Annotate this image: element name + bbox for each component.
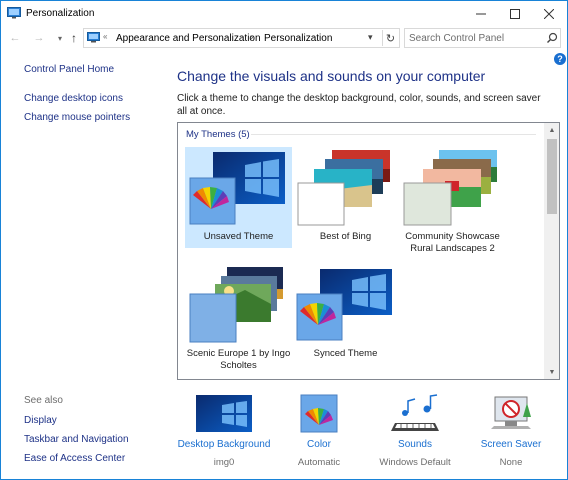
themes-list: My Themes (5) Unsaved Theme Best of Bing… xyxy=(177,122,560,380)
screen-saver-icon xyxy=(491,396,531,429)
window-title: Personalization xyxy=(26,8,95,19)
address-overflow[interactable]: « xyxy=(103,32,107,41)
scroll-up-icon[interactable]: ▲ xyxy=(544,123,559,137)
theme-community-showcase[interactable]: Community Showcase Rural Landscapes 2 xyxy=(399,147,506,254)
themes-scrollbar[interactable]: ▲ ▼ xyxy=(544,123,559,379)
page-description: Click a theme to change the desktop back… xyxy=(177,93,541,117)
setting-label[interactable]: Color xyxy=(269,439,369,450)
search-icon[interactable] xyxy=(545,31,559,45)
address-bar[interactable]: « Appearance and Personalization › Perso… xyxy=(83,28,400,48)
help-icon: ? xyxy=(557,54,563,64)
theme-name: Synced Theme xyxy=(313,348,378,359)
desktop-background-setting[interactable]: Desktop Background img0 xyxy=(174,393,274,473)
setting-value: img0 xyxy=(213,457,235,468)
theme-name: Unsaved Theme xyxy=(203,231,274,242)
control-panel-home-link[interactable]: Control Panel Home xyxy=(24,64,114,75)
scroll-down-icon[interactable]: ▼ xyxy=(544,365,559,379)
community-showcase-preview xyxy=(403,150,497,226)
theme-name: Scenic Europe 1 by Ingo Scholtes xyxy=(186,348,291,371)
color-icon xyxy=(300,394,338,433)
back-button[interactable]: ← xyxy=(7,30,23,46)
scrollbar-thumb[interactable] xyxy=(547,139,557,214)
maximize-icon xyxy=(510,9,520,19)
back-arrow-icon: ← xyxy=(9,32,21,44)
chevron-down-icon: ▾ xyxy=(57,33,62,43)
display-link[interactable]: Display xyxy=(24,415,57,426)
sounds-setting[interactable]: Sounds Windows Default xyxy=(365,393,465,473)
maximize-button[interactable] xyxy=(498,1,532,27)
minimize-icon xyxy=(476,13,486,15)
unsaved-theme-preview xyxy=(189,152,285,225)
setting-label[interactable]: Desktop Background xyxy=(174,439,274,450)
breadcrumb-personalization[interactable]: Personalization xyxy=(264,33,332,44)
search-box[interactable] xyxy=(404,28,561,48)
see-also-heading: See also xyxy=(24,395,63,406)
forward-arrow-icon: → xyxy=(33,32,45,44)
navigation-bar: ← → ▾ ↑ « Appearance and Personalization… xyxy=(1,27,567,49)
synced-theme-preview xyxy=(296,269,392,341)
theme-best-of-bing[interactable]: Best of Bing xyxy=(292,147,399,248)
taskbar-navigation-link[interactable]: Taskbar and Navigation xyxy=(24,434,129,445)
sounds-icon xyxy=(391,394,439,431)
breadcrumb-separator[interactable]: › xyxy=(250,32,253,43)
change-mouse-pointers-link[interactable]: Change mouse pointers xyxy=(24,112,130,123)
theme-name: Community Showcase Rural Landscapes 2 xyxy=(405,231,500,254)
forward-button[interactable]: → xyxy=(31,30,47,46)
setting-label[interactable]: Sounds xyxy=(365,439,465,450)
my-themes-group-label[interactable]: My Themes (5) xyxy=(186,129,250,140)
breadcrumb-appearance[interactable]: Appearance and Personalization xyxy=(116,33,261,44)
theme-synced[interactable]: Synced Theme xyxy=(292,264,399,365)
change-desktop-icons-link[interactable]: Change desktop icons xyxy=(24,93,123,104)
control-panel-icon xyxy=(87,32,100,43)
refresh-icon: ↻ xyxy=(385,32,396,45)
setting-value: Automatic xyxy=(297,457,341,468)
up-button[interactable]: ↑ xyxy=(66,30,82,46)
up-arrow-icon: ↑ xyxy=(71,31,77,45)
setting-value: None xyxy=(499,457,523,468)
setting-label[interactable]: Screen Saver xyxy=(461,439,561,450)
minimize-button[interactable] xyxy=(464,1,498,27)
title-bar: Personalization xyxy=(1,1,567,27)
personalization-window: Personalization ← → ▾ ↑ « Appearance and… xyxy=(0,0,568,480)
theme-unsaved[interactable]: Unsaved Theme xyxy=(185,147,292,248)
theme-scenic-europe[interactable]: Scenic Europe 1 by Ingo Scholtes xyxy=(185,264,292,371)
personalization-app-icon xyxy=(7,7,21,19)
best-of-bing-preview xyxy=(297,150,390,226)
address-dropdown-icon[interactable]: ▾ xyxy=(368,32,373,43)
close-icon xyxy=(544,9,554,19)
setting-value: Windows Default xyxy=(379,457,451,468)
ease-of-access-link[interactable]: Ease of Access Center xyxy=(24,453,125,464)
close-button[interactable] xyxy=(532,1,566,27)
group-divider xyxy=(251,134,536,135)
desktop-background-icon xyxy=(196,395,252,432)
help-button[interactable]: ? xyxy=(554,53,566,65)
theme-name: Best of Bing xyxy=(319,231,372,242)
color-setting[interactable]: Color Automatic xyxy=(269,393,369,473)
search-input[interactable] xyxy=(409,31,541,45)
screen-saver-setting[interactable]: Screen Saver None xyxy=(461,393,561,473)
refresh-button[interactable]: ↻ xyxy=(382,30,398,46)
page-heading: Change the visuals and sounds on your co… xyxy=(177,68,486,84)
scenic-europe-preview xyxy=(189,267,283,343)
